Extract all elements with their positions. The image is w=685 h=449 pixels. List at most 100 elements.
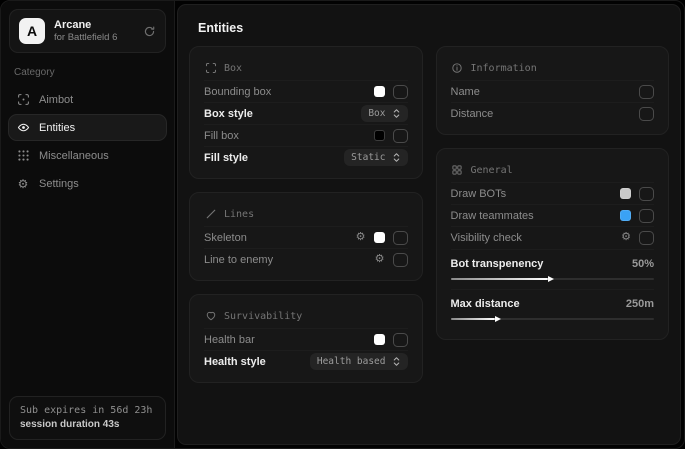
lines-card-title: Lines [224,209,254,220]
right-column: Information Name Distance [436,46,670,340]
left-column: Box Bounding box Box style Box [189,46,423,383]
draw-bots-row: Draw BOTs [451,182,655,204]
sync-icon[interactable] [143,25,156,38]
box-style-row: Box style Box [204,102,408,124]
category-label: Category [14,67,161,78]
health-bar-color-swatch[interactable] [374,334,385,345]
health-bar-label: Health bar [204,334,255,346]
health-bar-checkbox[interactable] [393,333,408,347]
sidebar-item-miscellaneous[interactable]: Miscellaneous [8,142,167,169]
grid-icon [451,164,464,176]
fill-style-dropdown[interactable]: Static [344,149,407,166]
info-icon [451,62,464,74]
lines-card: Lines Skeleton ⚙ Line to enemy ⚙ [189,192,423,281]
visibility-check-checkbox[interactable] [639,231,654,245]
skeleton-settings-gear-icon[interactable]: ⚙ [356,232,366,243]
box-style-label: Box style [204,108,253,120]
visibility-check-label: Visibility check [451,232,522,244]
draw-bots-checkbox[interactable] [639,187,654,201]
diagonal-line-icon [204,208,217,220]
skeleton-label: Skeleton [204,232,247,244]
box-brackets-icon [204,62,217,74]
visibility-check-settings-gear-icon[interactable]: ⚙ [621,232,631,243]
name-checkbox[interactable] [639,85,654,99]
draw-bots-color-swatch[interactable] [620,188,631,199]
sidebar-item-label: Entities [39,122,75,134]
health-style-value: Health based [317,356,386,367]
health-bar-row: Health bar [204,328,408,350]
bot-transparency-slider-fill [451,278,549,280]
app-logo: A [19,18,45,44]
bounding-box-checkbox[interactable] [393,85,408,99]
sidebar-item-aimbot[interactable]: Aimbot [8,86,167,113]
fill-box-label: Fill box [204,130,239,142]
survivability-card-title: Survivability [224,311,302,322]
box-card-title: Box [224,63,242,74]
name-row: Name [451,80,655,102]
bot-transparency-slider-thumb[interactable] [548,276,554,282]
general-card: General Draw BOTs Draw teammates [436,148,670,340]
heart-icon [204,310,217,322]
app-name: Arcane [54,19,117,32]
max-distance-block: Max distance 250m [451,289,655,320]
subscription-card: Sub expires in 56d 23h session duration … [9,396,166,440]
sidebar-item-label: Miscellaneous [39,150,109,162]
session-duration-text: session duration 43s [20,419,155,430]
bounding-box-label: Bounding box [204,86,271,98]
page-title: Entities [198,21,660,35]
health-style-dropdown[interactable]: Health based [310,353,408,370]
crosshair-icon [16,93,30,106]
bot-transparency-block: Bot transpenency 50% [451,249,655,280]
line-to-enemy-label: Line to enemy [204,254,273,266]
skeleton-checkbox[interactable] [393,231,408,245]
information-card: Information Name Distance [436,46,670,135]
skeleton-color-swatch[interactable] [374,232,385,243]
eye-icon [16,121,30,134]
survivability-card-header: Survivability [204,303,408,328]
sidebar-item-entities[interactable]: Entities [8,114,167,141]
max-distance-slider-thumb[interactable] [495,316,501,322]
lines-card-header: Lines [204,201,408,226]
general-card-title: General [471,165,513,176]
sidebar-item-label: Aimbot [39,94,73,106]
sub-expires-text: Sub expires in 56d 23h [20,405,155,416]
line-to-enemy-checkbox[interactable] [393,253,408,267]
unfold-icon [392,152,401,163]
fill-box-color-swatch[interactable] [374,130,385,141]
gear-icon: ⚙ [16,177,30,191]
bot-transparency-slider[interactable] [451,278,655,280]
fill-style-label: Fill style [204,152,248,164]
fill-style-row: Fill style Static [204,146,408,168]
app-title-block: Arcane for Battlefield 6 [54,19,117,44]
max-distance-label: Max distance [451,298,520,310]
survivability-card: Survivability Health bar Health style He… [189,294,423,383]
line-to-enemy-settings-gear-icon[interactable]: ⚙ [375,254,385,265]
information-card-title: Information [471,63,537,74]
draw-teammates-label: Draw teammates [451,210,534,222]
information-card-header: Information [451,55,655,80]
fill-box-checkbox[interactable] [393,129,408,143]
bounding-box-color-swatch[interactable] [374,86,385,97]
fill-style-value: Static [351,152,385,163]
draw-teammates-color-swatch[interactable] [620,210,631,221]
max-distance-slider[interactable] [451,318,655,320]
unfold-icon [392,108,401,119]
app-window: A Arcane for Battlefield 6 Category Aimb… [0,0,685,449]
app-header-card: A Arcane for Battlefield 6 [9,9,166,53]
distance-checkbox[interactable] [639,107,654,121]
box-style-value: Box [368,108,385,119]
main-panel: Entities Box Bounding box [177,4,681,445]
box-card-header: Box [204,55,408,80]
sidebar-item-settings[interactable]: ⚙ Settings [8,170,167,197]
sidebar-item-label: Settings [39,178,79,190]
draw-teammates-checkbox[interactable] [639,209,654,223]
bot-transparency-label: Bot transpenency [451,258,544,270]
distance-row: Distance [451,102,655,124]
name-label: Name [451,86,480,98]
bot-transparency-value: 50% [632,258,654,270]
max-distance-value: 250m [626,298,654,310]
grid-dots-icon [16,149,30,162]
box-style-dropdown[interactable]: Box [361,105,407,122]
max-distance-slider-fill [451,318,496,320]
health-style-label: Health style [204,356,266,368]
